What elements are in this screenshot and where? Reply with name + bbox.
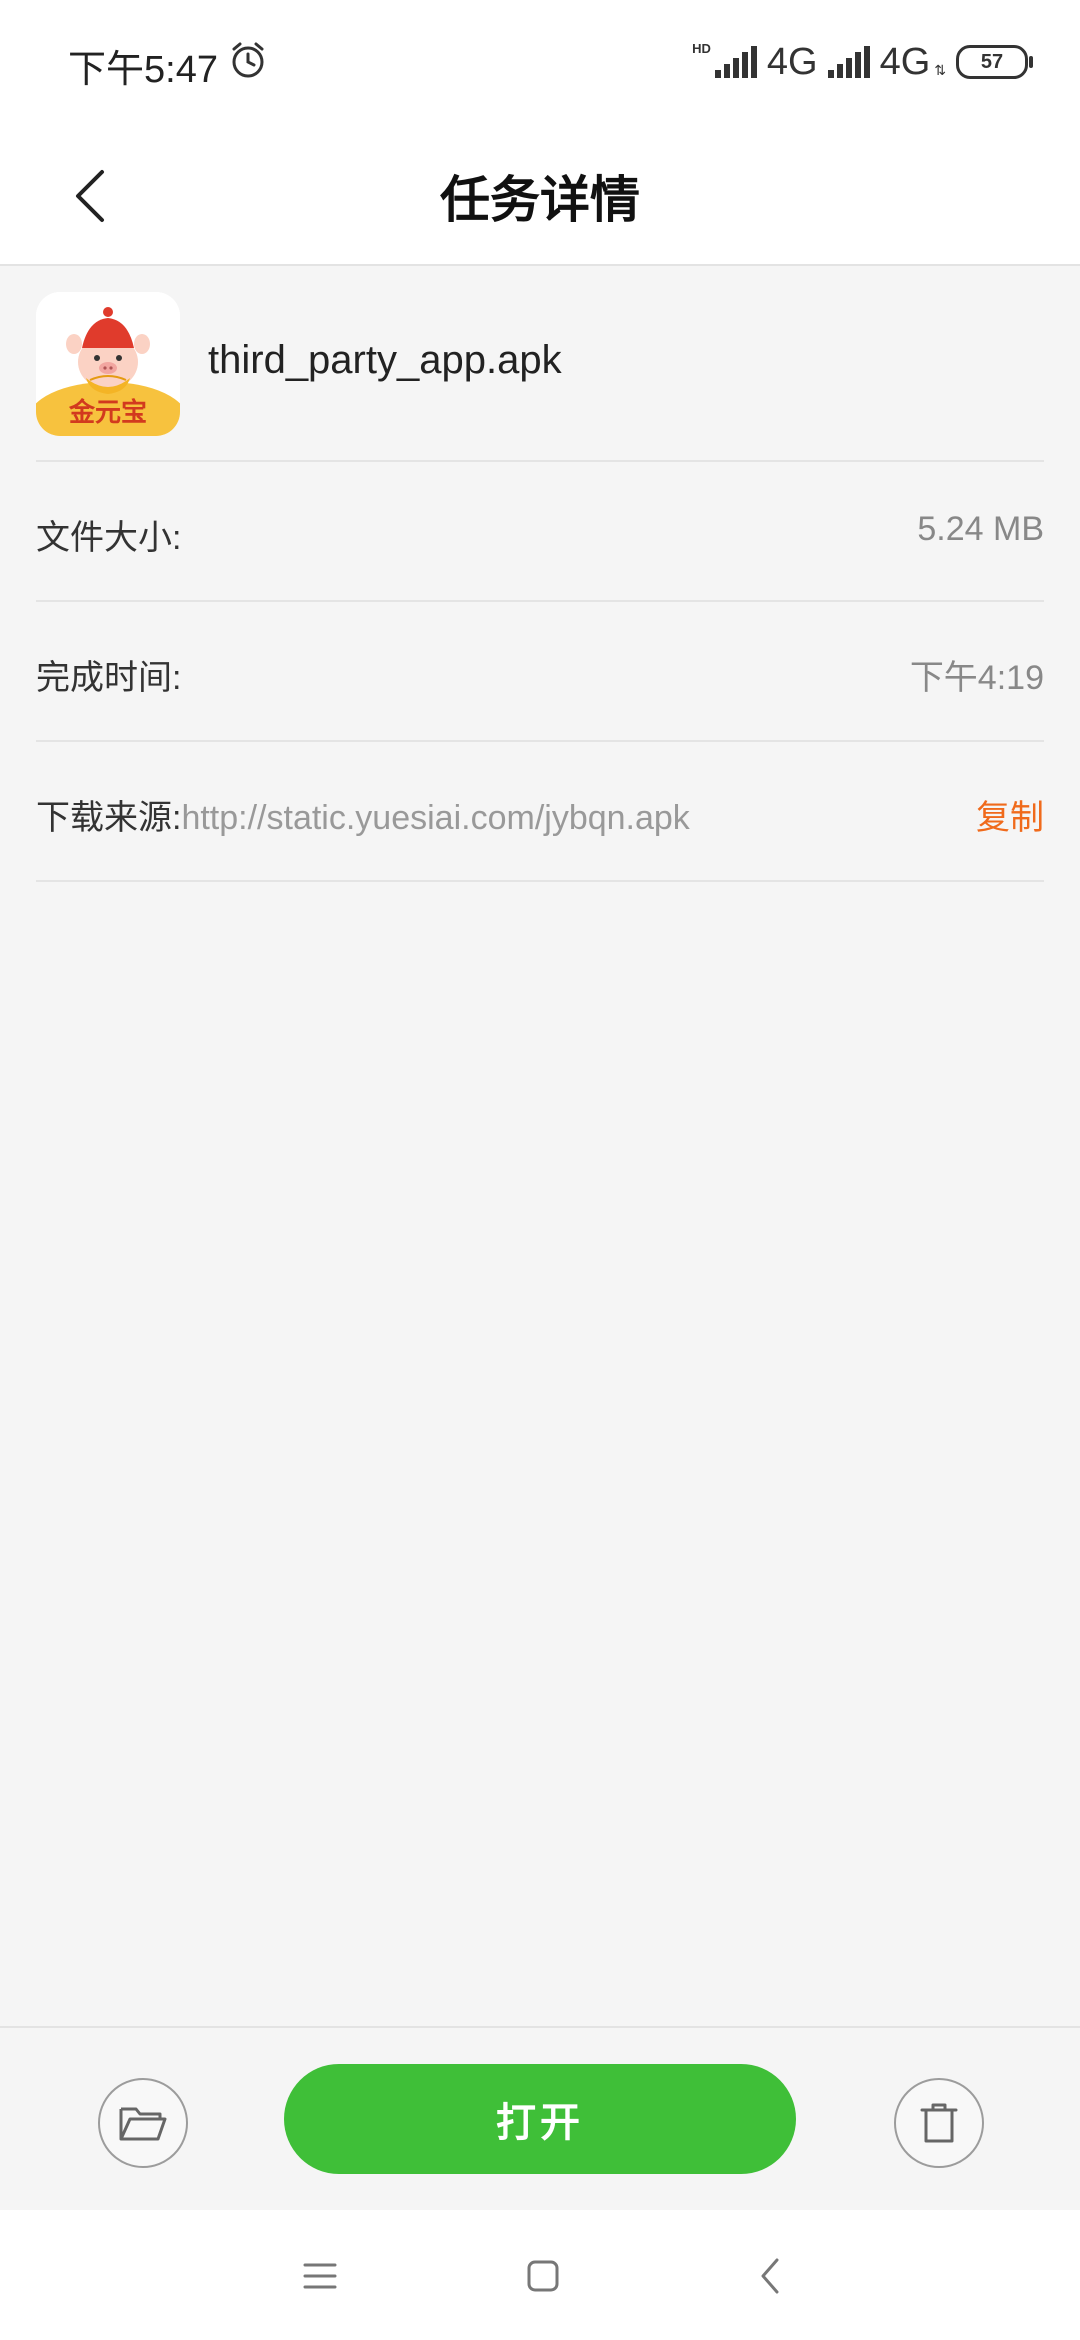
app-icon-caption: 金元宝: [68, 397, 147, 427]
battery-icon: 57: [956, 45, 1033, 79]
data-arrows-icon: ⇅: [934, 61, 946, 78]
info-row-size: 文件大小: 5.24 MB: [36, 462, 1044, 602]
source-field: 下载来源:http://static.yuesiai.com/jybqn.apk: [36, 790, 690, 839]
status-indicators: HD 4G 4G ⇅ 57: [692, 38, 1033, 86]
status-bar: 下午5:47 HD 4G 4G ⇅ 57: [0, 0, 1080, 124]
hd-badge: HD: [692, 40, 711, 56]
info-row-time: 完成时间: 下午4:19: [36, 602, 1044, 742]
size-label: 文件大小:: [36, 519, 182, 557]
info-row-source: 下载来源:http://static.yuesiai.com/jybqn.apk…: [36, 742, 1044, 882]
folder-open-icon: [119, 2107, 167, 2141]
network-type-1: 4G: [766, 40, 818, 83]
time-label: 完成时间:: [36, 659, 182, 697]
nav-back-icon[interactable]: [746, 2252, 794, 2300]
copy-button[interactable]: 复制: [976, 790, 1044, 839]
battery-level: 57: [980, 50, 1004, 73]
delete-button[interactable]: [894, 2078, 984, 2168]
source-label: 下载来源:: [36, 799, 182, 837]
app-icon: 金元宝: [36, 292, 180, 436]
alarm-icon: [232, 42, 264, 78]
home-icon[interactable]: [519, 2252, 567, 2300]
open-folder-button[interactable]: [98, 2078, 188, 2168]
menu-icon[interactable]: [296, 2252, 344, 2300]
signal-icon: [714, 46, 757, 78]
size-value: 5.24 MB: [917, 510, 1044, 548]
source-url: http://static.yuesiai.com/jybqn.apk: [181, 799, 690, 837]
title-bar: 任务详情: [0, 124, 1080, 266]
status-time: 下午5:47: [68, 49, 218, 91]
file-name: third_party_app.apk: [208, 338, 562, 382]
page-title: 任务详情: [440, 172, 640, 228]
network-type-2: 4G: [879, 40, 931, 83]
file-header: 金元宝 third_party_app.apk: [36, 292, 1044, 462]
trash-icon: [920, 2103, 958, 2143]
action-bar: 打开: [0, 2026, 1080, 2212]
signal-icon: [827, 46, 870, 78]
system-nav-bar: [0, 2210, 1080, 2340]
open-button[interactable]: 打开: [284, 2064, 796, 2174]
time-value: 下午4:19: [909, 659, 1044, 697]
